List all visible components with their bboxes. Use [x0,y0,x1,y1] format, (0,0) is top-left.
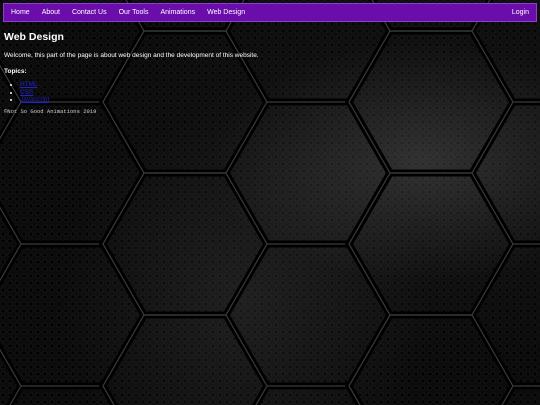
topic-item: Javascript [20,96,524,104]
intro-text: Welcome, this part of the page is about … [4,52,259,59]
top-navbar: Home About Contact Us Our Tools Animatio… [3,3,537,22]
nav-tools-link[interactable]: Our Tools [113,3,155,22]
topics-heading: Topics: [4,68,27,75]
nav-web-design-link[interactable]: Web Design [201,3,251,22]
nav-home-link[interactable]: Home [4,3,36,22]
topics-list: HTML CSS Javascript [4,81,524,104]
page-title: Web Design [4,31,64,43]
topic-html-link[interactable]: HTML [20,81,38,88]
topic-css-link[interactable]: CSS [20,89,33,96]
topic-item: CSS [20,89,524,97]
main-content: Web Design Welcome, this part of the pag… [4,30,524,116]
nav-contact-link[interactable]: Contact Us [66,3,113,22]
topic-item: HTML [20,81,524,89]
nav-about-link[interactable]: About [36,3,66,22]
topic-javascript-link[interactable]: Javascript [20,96,49,103]
footer-copyright: ©Not So Good Animations 2019 [4,107,97,115]
nav-animations-link[interactable]: Animations [154,3,201,22]
login-link[interactable]: Login [506,3,536,22]
